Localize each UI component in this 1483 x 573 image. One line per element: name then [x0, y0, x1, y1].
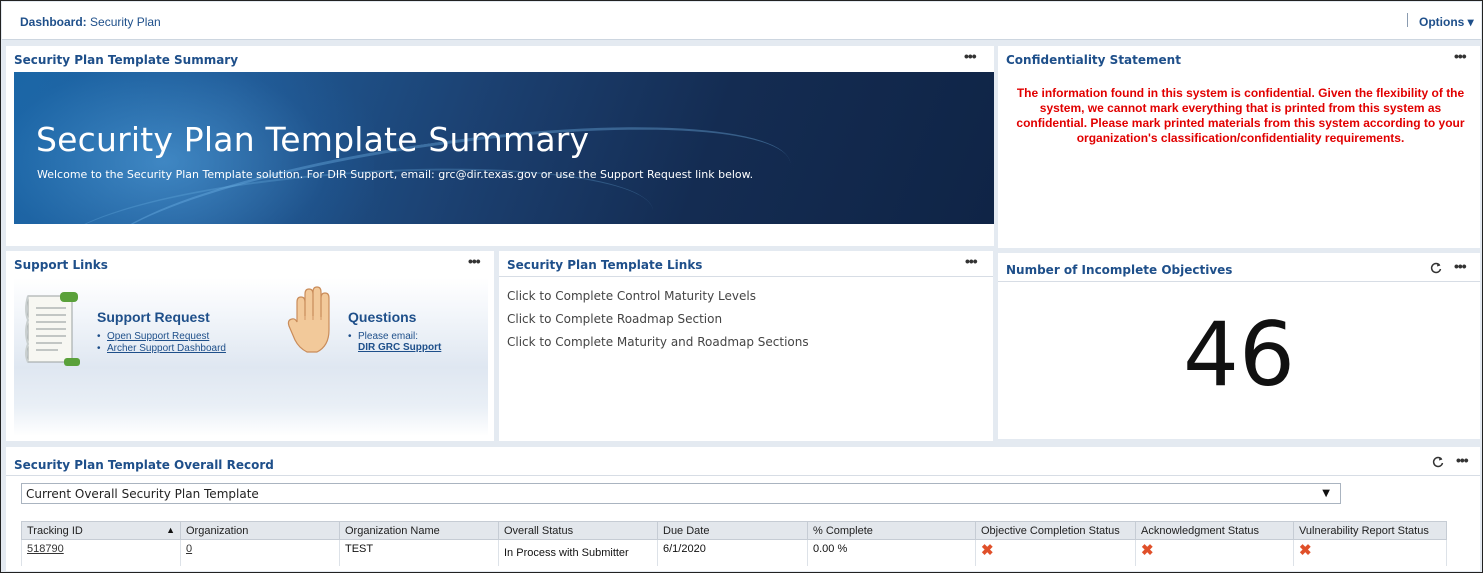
dashboard-frame: Dashboard: Security Plan Options ▾ Secur… — [0, 0, 1483, 573]
overall-record-table: Tracking ID ▲ Organization Organization N… — [21, 521, 1447, 566]
raised-hand-icon — [287, 286, 330, 353]
column-header-vulnerability-report[interactable]: Vulnerability Report Status — [1293, 521, 1447, 540]
incomplete-objectives-panel: Number of Incomplete Objectives ••• 46 — [998, 253, 1480, 439]
incomplete-x-icon: ✖ — [1141, 542, 1154, 559]
record-selector-value: Current Overall Security Plan Template — [26, 487, 259, 501]
table-header-row: Tracking ID ▲ Organization Organization N… — [21, 521, 1447, 540]
column-header-tracking-id[interactable]: Tracking ID ▲ — [21, 521, 181, 540]
options-menu-button[interactable]: Options ▾ — [1419, 15, 1474, 29]
support-box-fade — [14, 406, 488, 436]
document-icon — [25, 292, 80, 366]
link-control-maturity[interactable]: Click to Complete Control Maturity Level… — [507, 289, 809, 312]
dropdown-arrow-icon[interactable]: ▼ — [1322, 488, 1330, 499]
cell-percent-complete: 0.00 % — [807, 539, 976, 566]
refresh-icon[interactable] — [1432, 456, 1444, 468]
confidentiality-text: The information found in this system is … — [1016, 86, 1465, 145]
more-options-icon[interactable]: ••• — [1454, 258, 1467, 274]
cell-organization: 0 — [180, 539, 340, 566]
support-links-box: Support Request Open Support Request Arc… — [14, 278, 488, 406]
more-options-icon[interactable]: ••• — [1454, 48, 1467, 64]
panel-title: Security Plan Template Links — [507, 258, 703, 272]
banner-title: Security Plan Template Summary — [36, 120, 590, 159]
cell-overall-status: In Process with Submitter — [498, 539, 658, 566]
sort-ascending-icon[interactable]: ▲ — [166, 525, 175, 535]
panel-divider — [998, 281, 1480, 282]
cell-tracking-id: 518790 — [21, 539, 181, 566]
more-options-icon[interactable]: ••• — [964, 48, 977, 64]
template-links-panel: Security Plan Template Links ••• Click t… — [499, 251, 993, 441]
panel-title: Security Plan Template Overall Record — [14, 458, 274, 472]
dashboard-name[interactable]: Security Plan — [90, 15, 161, 29]
tracking-id-link[interactable]: 518790 — [27, 543, 64, 555]
panel-title: Security Plan Template Summary — [14, 53, 239, 67]
column-header-overall-status[interactable]: Overall Status — [498, 521, 658, 540]
banner-subtitle: Welcome to the Security Plan Template so… — [37, 168, 754, 181]
record-selector[interactable]: Current Overall Security Plan Template ▼ — [21, 483, 1341, 504]
confidentiality-panel: Confidentiality Statement ••• The inform… — [998, 46, 1480, 248]
link-roadmap-section[interactable]: Click to Complete Roadmap Section — [507, 312, 809, 335]
questions-label: Please email: — [358, 331, 419, 342]
more-options-icon[interactable]: ••• — [468, 253, 481, 269]
cell-acknowledgment: ✖ — [1135, 539, 1294, 566]
column-header-organization[interactable]: Organization — [180, 521, 340, 540]
cell-objective-completion: ✖ — [975, 539, 1136, 566]
list-item: Open Support Request — [97, 331, 226, 343]
column-header-acknowledgment[interactable]: Acknowledgment Status — [1135, 521, 1294, 540]
incomplete-x-icon: ✖ — [981, 542, 994, 559]
refresh-icon[interactable] — [1430, 262, 1442, 274]
archer-support-dashboard-link[interactable]: Archer Support Dashboard — [107, 343, 226, 354]
questions-text: • Please email: DIR GRC Support — [348, 331, 441, 353]
table-row: 518790 0 TEST In Process with Submitter … — [21, 539, 1447, 566]
top-bar: Dashboard: Security Plan Options ▾ — [2, 2, 1481, 40]
panel-title: Number of Incomplete Objectives — [1006, 263, 1233, 277]
incomplete-x-icon: ✖ — [1299, 542, 1312, 559]
panel-divider — [6, 475, 1480, 476]
column-header-objective-completion[interactable]: Objective Completion Status — [975, 521, 1136, 540]
support-request-links: Open Support Request Archer Support Dash… — [97, 331, 226, 355]
support-request-heading: Support Request — [97, 309, 210, 325]
column-header-due-date[interactable]: Due Date — [657, 521, 808, 540]
divider — [1407, 13, 1408, 27]
questions-heading: Questions — [348, 309, 417, 325]
dashboard-label: Dashboard: — [20, 15, 87, 29]
overall-status-text: In Process with Submitter — [504, 547, 629, 559]
organization-link[interactable]: 0 — [186, 543, 192, 555]
link-maturity-roadmap[interactable]: Click to Complete Maturity and Roadmap S… — [507, 335, 809, 358]
column-label: Tracking ID — [27, 524, 83, 537]
summary-banner: Security Plan Template Summary Welcome t… — [14, 72, 994, 224]
list-item: Archer Support Dashboard — [97, 343, 226, 355]
list-item: DIR GRC Support — [348, 342, 441, 353]
list-item: • Please email: — [348, 331, 419, 342]
template-links-list: Click to Complete Control Maturity Level… — [507, 289, 809, 358]
open-support-request-link[interactable]: Open Support Request — [107, 331, 209, 342]
dir-grc-support-link[interactable]: DIR GRC Support — [358, 342, 441, 353]
cell-due-date: 6/1/2020 — [657, 539, 808, 566]
breadcrumb: Dashboard: Security Plan — [20, 15, 161, 29]
more-options-icon[interactable]: ••• — [965, 253, 978, 269]
panel-divider — [499, 276, 993, 277]
panel-title: Confidentiality Statement — [1006, 53, 1181, 67]
more-options-icon[interactable]: ••• — [1456, 452, 1469, 468]
column-header-organization-name[interactable]: Organization Name — [339, 521, 499, 540]
column-header-percent-complete[interactable]: % Complete — [807, 521, 976, 540]
incomplete-objectives-count: 46 — [1183, 303, 1295, 406]
cell-organization-name: TEST — [339, 539, 499, 566]
cell-vulnerability-report: ✖ — [1293, 539, 1447, 566]
panel-title: Support Links — [14, 258, 108, 272]
